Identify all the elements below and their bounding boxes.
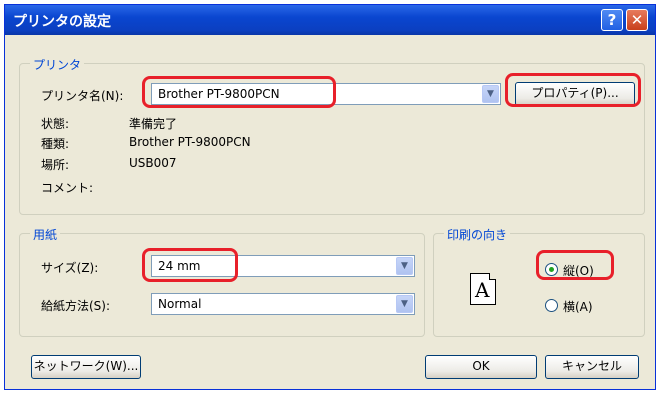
orientation-group: 印刷の向き xyxy=(433,226,645,337)
paper-group-legend: 用紙 xyxy=(30,226,61,243)
printer-name-select[interactable]: Brother PT-9800PCN ▼ xyxy=(151,83,501,105)
printer-group-legend: プリンタ xyxy=(30,56,85,73)
landscape-label: 横(A) xyxy=(563,300,593,314)
location-label: 場所: xyxy=(41,158,70,172)
page-orientation-icon: A xyxy=(470,273,496,305)
close-button[interactable]: ✕ xyxy=(626,9,648,31)
properties-button[interactable]: プロパティ(P)... xyxy=(515,82,635,106)
printer-name-value: Brother PT-9800PCN xyxy=(158,87,280,101)
landscape-option[interactable]: 横(A) xyxy=(545,297,615,315)
window-title: プリンタの設定 xyxy=(13,14,111,30)
chevron-down-icon[interactable]: ▼ xyxy=(396,257,413,275)
size-select[interactable]: 24 mm ▼ xyxy=(151,255,415,277)
landscape-radio[interactable] xyxy=(545,299,558,312)
type-value: Brother PT-9800PCN xyxy=(129,135,251,149)
feed-label: 給紙方法(S): xyxy=(41,299,111,313)
orientation-letter: A xyxy=(475,278,490,302)
feed-value: Normal xyxy=(158,297,202,311)
cancel-button[interactable]: キャンセル xyxy=(545,355,639,379)
size-label: サイズ(Z): xyxy=(41,261,99,275)
printer-name-label: プリンタ名(N): xyxy=(41,89,124,103)
status-value: 準備完了 xyxy=(129,117,178,131)
paper-group: 用紙 xyxy=(19,226,425,337)
feed-select[interactable]: Normal ▼ xyxy=(151,293,415,315)
orientation-group-legend: 印刷の向き xyxy=(444,226,511,243)
network-button[interactable]: ネットワーク(W)... xyxy=(31,355,141,379)
size-value: 24 mm xyxy=(158,259,201,273)
help-button[interactable]: ? xyxy=(601,9,623,31)
comment-label: コメント: xyxy=(41,181,94,195)
printer-settings-dialog: プリンタの設定 ? ✕ プリンタ プリンタ名(N): Brother PT-98… xyxy=(4,4,656,390)
location-value: USB007 xyxy=(129,156,177,170)
portrait-radio[interactable] xyxy=(545,263,558,276)
chevron-down-icon[interactable]: ▼ xyxy=(396,295,413,313)
portrait-label: 縦(O) xyxy=(563,264,594,278)
status-label: 状態: xyxy=(41,117,70,131)
title-bar[interactable]: プリンタの設定 ? ✕ xyxy=(5,5,655,35)
ok-button[interactable]: OK xyxy=(425,355,537,379)
portrait-option[interactable]: 縦(O) xyxy=(545,261,615,279)
chevron-down-icon[interactable]: ▼ xyxy=(482,85,499,103)
type-label: 種類: xyxy=(41,137,70,151)
